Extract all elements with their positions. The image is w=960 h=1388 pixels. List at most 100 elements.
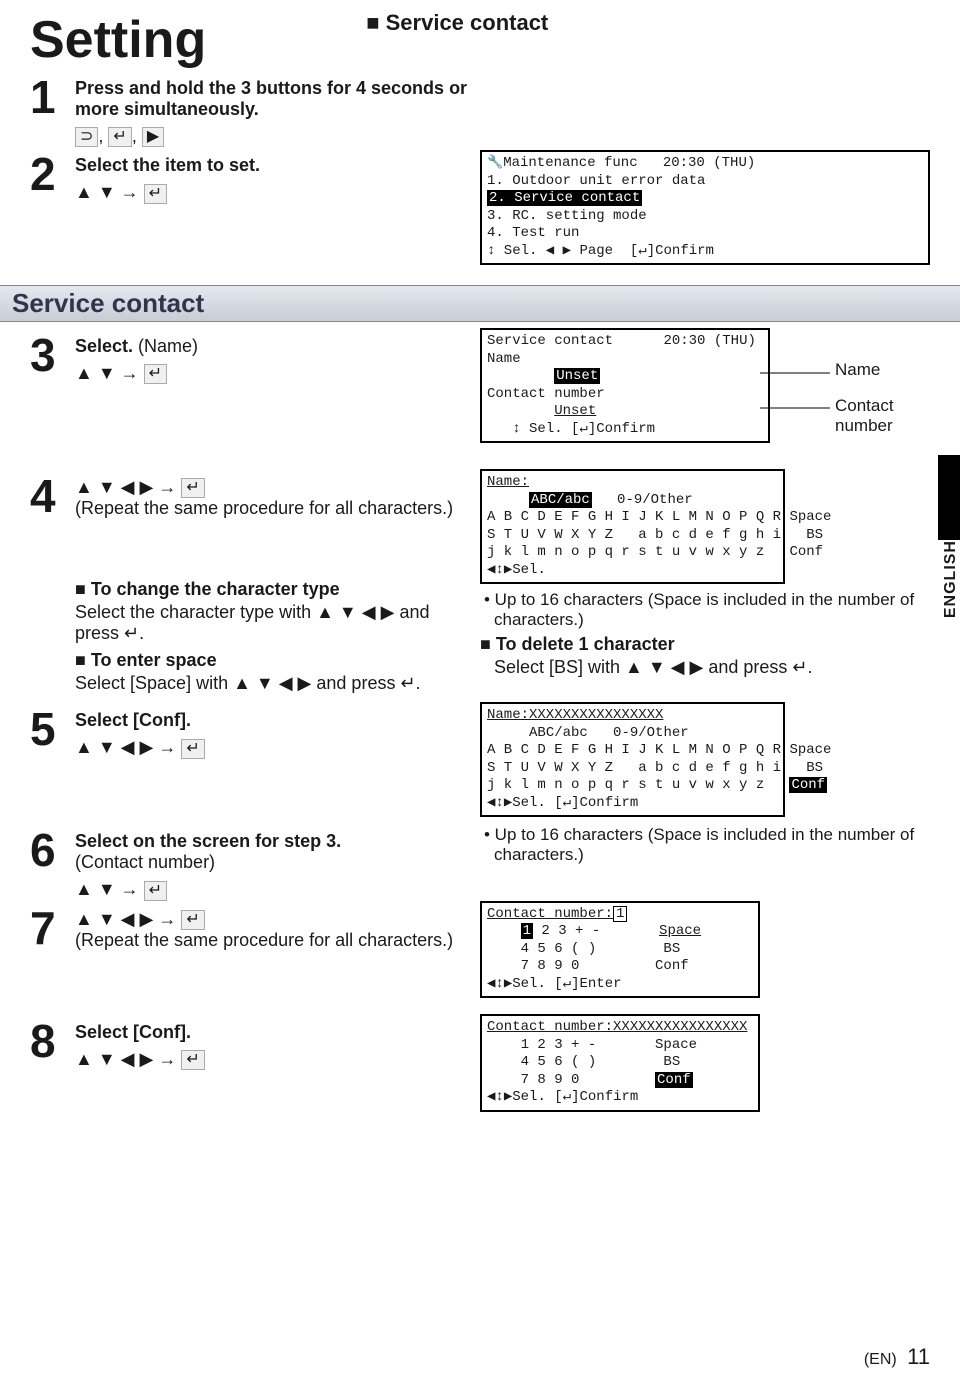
- num-1-selected: 1: [521, 923, 533, 939]
- lang-tab: ENGLISH: [942, 540, 960, 618]
- svc-name-label: Name: [487, 351, 521, 367]
- name-entry-footer: ◀↕▶Sel.: [487, 562, 546, 578]
- step-1-num: 1: [30, 74, 75, 120]
- callout-name: Name: [835, 360, 880, 380]
- conf-selected: Conf: [655, 1072, 693, 1088]
- step-5: 5 Select [Conf]. ▲ ▼ ◀ ▶ → ↵: [30, 706, 470, 758]
- step-7-text: (Repeat the same procedure for all chara…: [75, 930, 470, 951]
- step-5-text: Select [Conf].: [75, 710, 470, 731]
- svc-name-value: Unset: [554, 368, 600, 384]
- page-title: Setting: [30, 10, 206, 70]
- step-6-icons: ▲ ▼ → ↵: [75, 879, 470, 900]
- enter-icon: ↵: [144, 184, 167, 204]
- step-4-icons: ▲ ▼ ◀ ▶ → ↵: [75, 477, 470, 498]
- screen-maintenance: Maintenance func 20:30 (THU) 1. Outdoor …: [480, 150, 930, 265]
- char-row-1: A B C D E F G H I J K L M N O P Q R Spac…: [487, 509, 831, 525]
- svc-contact-label: Contact number: [487, 386, 605, 402]
- callout-contact: Contact number: [835, 396, 930, 436]
- row-step-8: 8 Select [Conf]. ▲ ▼ ◀ ▶ → ↵ Contact num…: [30, 1014, 930, 1118]
- space-btn: Space: [659, 923, 701, 939]
- enter-icon: ↵: [144, 364, 167, 384]
- name-conf-footer: ◀↕▶Sel. [↵]Confirm: [487, 795, 638, 811]
- char-row-3: j k l m n o p q r s t u v w x y z: [487, 777, 789, 793]
- num-row-2: 4 5 6 ( ) BS: [521, 1054, 697, 1070]
- num-row-2: 4 5 6 ( ) BS: [521, 941, 697, 957]
- num-row-1: 1 2 3 + - Space: [521, 1037, 697, 1053]
- step-3-icons: ▲ ▼ → ↵: [75, 363, 470, 384]
- step-5-num: 5: [30, 706, 75, 752]
- tab-num: 0-9/Other: [613, 725, 689, 741]
- row-step-6: 6 Select on the screen for step 3. (Cont…: [30, 823, 930, 900]
- row-steps-1-2: 1 Press and hold the 3 buttons for 4 sec…: [30, 70, 930, 271]
- enter-space-heading: ■ To enter space: [75, 650, 470, 671]
- step-3: 3 Select. (Name) ▲ ▼ → ↵: [30, 332, 470, 384]
- section-bar: Service contact: [0, 285, 960, 322]
- back-icon: ⊃: [75, 127, 98, 147]
- row-step-3: 3 Select. (Name) ▲ ▼ → ↵ Service contact…: [30, 328, 930, 449]
- cursor-icon: 1: [613, 906, 627, 922]
- screen-title-right: 20:30 (THU): [663, 155, 755, 171]
- step-7-num: 7: [30, 905, 75, 951]
- enter-icon: ↵: [181, 739, 204, 759]
- row-step-5: 5 Select [Conf]. ▲ ▼ ◀ ▶ → ↵ Name:XXXXXX…: [30, 702, 930, 823]
- menu-item-3: 3. RC. setting mode: [487, 208, 647, 224]
- num-conf-header: Contact number:XXXXXXXXXXXXXXXX: [487, 1019, 747, 1035]
- lang-tab-marker: [938, 455, 960, 540]
- header-row: Setting ■ Service contact: [30, 10, 930, 70]
- enter-icon: ↵: [108, 127, 131, 147]
- svc-title-r: 20:30 (THU): [663, 333, 755, 349]
- char-row-1: A B C D E F G H I J K L M N O P Q R Spac…: [487, 742, 831, 758]
- char-row-2: S T U V W X Y Z a b c d e f g h i BS: [487, 527, 840, 543]
- step-7: 7 ▲ ▼ ◀ ▶ → ↵ (Repeat the same procedure…: [30, 905, 470, 951]
- change-type-text: Select the character type with ▲ ▼ ◀ ▶ a…: [75, 602, 470, 644]
- step-2: 2 Select the item to set. ▲ ▼ → ↵: [30, 151, 470, 203]
- step-7-icons: ▲ ▼ ◀ ▶ → ↵: [75, 909, 470, 930]
- menu-item-2-selected: 2. Service contact: [487, 190, 642, 206]
- delete-heading: ■ To delete 1 character: [480, 634, 930, 655]
- enter-icon: ↵: [181, 1050, 204, 1070]
- step-6: 6 Select on the screen for step 3. (Cont…: [30, 827, 470, 900]
- step-2-num: 2: [30, 151, 75, 197]
- char-row-3: j k l m n o p q r s t u v w x y z Conf: [487, 544, 831, 560]
- step-3-num: 3: [30, 332, 75, 378]
- enter-icon: ↵: [144, 881, 167, 901]
- step-5-icons: ▲ ▼ ◀ ▶ → ↵: [75, 737, 470, 758]
- section-header: ■ Service contact: [366, 10, 548, 36]
- enter-icon: ↵: [181, 910, 204, 930]
- enter-icon: ↵: [181, 478, 204, 498]
- step-3-text-a: Select.: [75, 336, 138, 356]
- num-conf-footer: ◀↕▶Sel. [↵]Confirm: [487, 1089, 638, 1105]
- enter-space-text: Select [Space] with ▲ ▼ ◀ ▶ and press ↵.: [75, 673, 470, 694]
- screen-name-conf: Name:XXXXXXXXXXXXXXXX ABC/abc 0-9/Other …: [480, 702, 785, 817]
- row-step-7: 7 ▲ ▼ ◀ ▶ → ↵ (Repeat the same procedure…: [30, 901, 930, 1005]
- screen-service-contact: Service contact 20:30 (THU) Name Unset C…: [480, 328, 770, 443]
- change-type-heading: ■ To change the character type: [75, 579, 470, 600]
- wrench-icon: [487, 155, 503, 171]
- svc-footer: ↕ Sel. [↵]Confirm: [512, 421, 655, 437]
- screen-footer: ↕ Sel. ◀ ▶ Page [↵]Confirm: [487, 243, 714, 259]
- num-row-3: 7 8 9 0: [521, 1072, 655, 1088]
- step-8-icons: ▲ ▼ ◀ ▶ → ↵: [75, 1049, 470, 1070]
- step-8-text: Select [Conf].: [75, 1022, 470, 1043]
- step-3-text-b: (Name): [138, 336, 198, 356]
- step-4-text: (Repeat the same procedure for all chara…: [75, 498, 470, 519]
- step-6-text-a: Select on the screen for step 3.: [75, 831, 470, 852]
- footer-lang: (EN): [864, 1351, 897, 1368]
- footer-page-number: 11: [907, 1344, 930, 1369]
- step-6-text-b: (Contact number): [75, 852, 470, 873]
- step-1-text: Press and hold the 3 buttons for 4 secon…: [75, 78, 470, 120]
- num-entry-header: Contact number:: [487, 906, 613, 922]
- step-8: 8 Select [Conf]. ▲ ▼ ◀ ▶ → ↵: [30, 1018, 470, 1070]
- tab-num: 0-9/Other: [617, 492, 693, 508]
- name-entry-header: Name:: [487, 474, 529, 490]
- tab-abc: ABC/abc: [529, 725, 588, 741]
- delete-text: Select [BS] with ▲ ▼ ◀ ▶ and press ↵.: [494, 657, 930, 678]
- step-4-num: 4: [30, 473, 75, 519]
- step-8-num: 8: [30, 1018, 75, 1064]
- step-6-num: 6: [30, 827, 75, 873]
- screen-name-entry: Name: ABC/abc 0-9/Other A B C D E F G H …: [480, 469, 785, 584]
- screen-number-entry: Contact number:1 1 2 3 + - Space 4 5 6 (…: [480, 901, 760, 999]
- note-16-a: • Up to 16 characters (Space is included…: [494, 590, 930, 630]
- name-conf-header: Name:XXXXXXXXXXXXXXXX: [487, 707, 663, 723]
- page: Setting ■ Service contact 1 Press and ho…: [0, 0, 960, 1388]
